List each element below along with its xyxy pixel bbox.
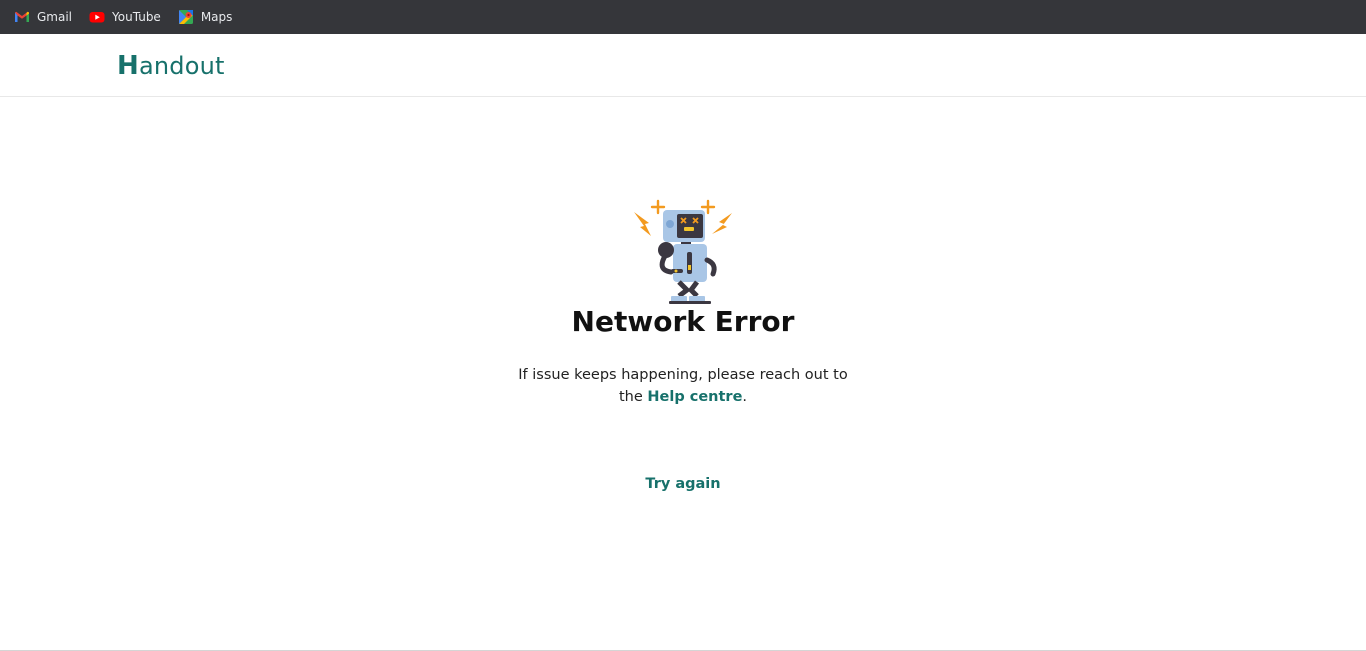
bookmark-label: YouTube — [112, 10, 161, 24]
try-again-button[interactable]: Try again — [633, 476, 733, 492]
bookmark-maps[interactable]: Maps — [178, 9, 233, 25]
message-suffix: . — [742, 389, 748, 405]
page-title: Network Error — [571, 305, 795, 338]
error-message-line2: the Help centre. — [0, 386, 1366, 408]
error-page: Network Error If issue keeps happening, … — [0, 98, 1366, 650]
maps-icon — [178, 9, 194, 25]
help-centre-link[interactable]: Help centre — [647, 389, 742, 405]
handout-logo[interactable]: Handout — [117, 51, 225, 81]
logo-text: andout — [138, 52, 225, 80]
broken-robot-icon — [631, 198, 735, 306]
gmail-icon — [14, 9, 30, 25]
site-header: Handout — [0, 34, 1366, 97]
error-message-line1: If issue keeps happening, please reach o… — [518, 367, 848, 383]
bookmark-label: Gmail — [37, 10, 73, 24]
logo-initial: H — [117, 51, 139, 81]
message-prefix: the — [618, 389, 648, 405]
bookmark-gmail[interactable]: Gmail — [14, 9, 72, 25]
bookmarks-bar: Gmail YouTube Maps — [0, 0, 1366, 34]
youtube-icon — [89, 9, 105, 25]
bookmark-label: Maps — [200, 10, 233, 24]
error-message: If issue keeps happening, please reach o… — [0, 364, 1366, 408]
bookmark-youtube[interactable]: YouTube — [89, 9, 161, 25]
